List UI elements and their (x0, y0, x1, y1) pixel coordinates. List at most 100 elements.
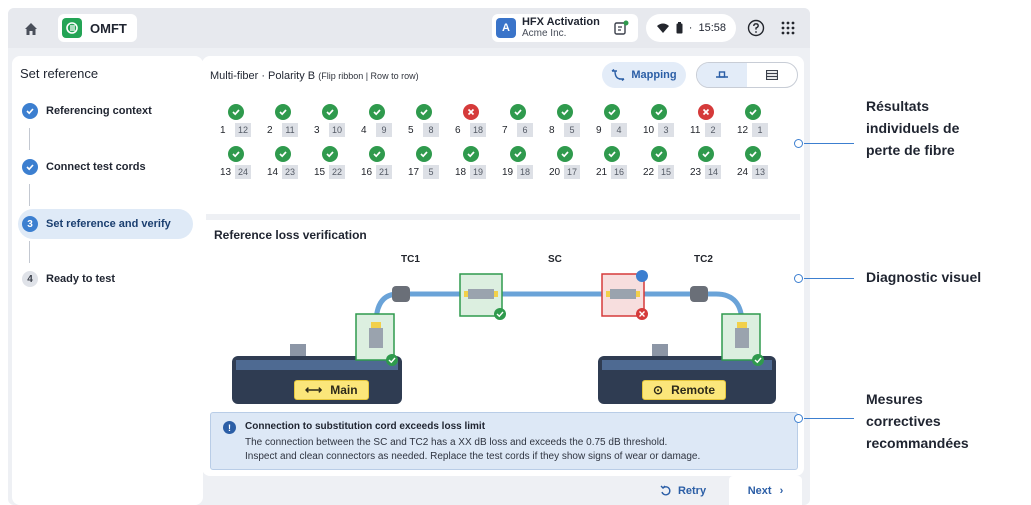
fiber-result[interactable]: 23 14 (688, 140, 732, 180)
fiber-result[interactable]: 14 23 (265, 140, 309, 180)
fiber-pair-badge: 16 (611, 165, 628, 179)
avatar: A (495, 18, 516, 38)
fiber-pair-badge: 10 (329, 123, 346, 137)
fiber-result[interactable]: 112 (688, 98, 732, 138)
step-label: Ready to test (46, 273, 116, 285)
pass-check-icon (510, 104, 526, 120)
fiber-number: 2 (267, 125, 273, 136)
fiber-result[interactable]: 18 19 (453, 140, 497, 180)
retry-icon (660, 485, 671, 496)
pass-check-icon (698, 146, 714, 162)
remote-target-icon: ⊙ (653, 383, 664, 397)
table-view-button[interactable] (747, 63, 797, 87)
app-chip[interactable]: OMFT (58, 14, 137, 42)
pass-check-icon (651, 104, 667, 120)
verification-title: Reference loss verification (214, 228, 367, 242)
pass-check-icon (322, 146, 338, 162)
step-check-icon (22, 103, 38, 119)
fiber-number: 20 (549, 167, 561, 178)
remote-connector-box (721, 313, 761, 361)
fiber-result[interactable]: 49 (359, 98, 403, 138)
sc-label: SC (548, 254, 562, 265)
tc2-plug (690, 286, 708, 302)
apps-button[interactable] (776, 16, 800, 40)
step-set-reference-and-verify[interactable]: 3 Set reference and verify (18, 209, 193, 239)
fiber-result[interactable]: 76 (500, 98, 544, 138)
step-ready-to-test[interactable]: 4 Ready to test (22, 264, 115, 294)
fiber-pair-badge: 18 (470, 123, 487, 137)
fiber-pair-badge: 11 (282, 123, 298, 137)
next-button[interactable]: Next › (729, 476, 802, 505)
system-status-chip[interactable]: · 15:58 (645, 14, 736, 42)
sc-pass-icon (494, 308, 506, 320)
callout-fiber-results: Résultats individuels de perte de fibre (866, 98, 960, 158)
notice-line-1: The connection between the SC and TC2 ha… (245, 437, 668, 448)
pass-check-icon (745, 146, 761, 162)
tc1-plug (392, 286, 410, 302)
fiber-result[interactable]: 10 3 (641, 98, 685, 138)
tc2-connector-box (601, 273, 645, 317)
mapping-icon (611, 69, 625, 81)
remote-unit-tag: ⊙ Remote (642, 380, 727, 400)
fiber-result[interactable]: 13 24 (218, 140, 262, 180)
fiber-result[interactable]: 6 18 (453, 98, 497, 138)
tc2-info-icon[interactable] (636, 270, 648, 282)
fiber-number: 23 (690, 167, 702, 178)
home-button[interactable] (20, 18, 42, 40)
step-number: 4 (22, 271, 38, 287)
graphic-view-button[interactable] (697, 63, 747, 87)
fiber-result[interactable]: 20 17 (547, 140, 591, 180)
fiber-pair-badge: 22 (329, 165, 346, 179)
fiber-result[interactable]: 58 (406, 98, 450, 138)
fiber-result[interactable]: 21 16 (594, 140, 638, 180)
fiber-result[interactable]: 24 13 (735, 140, 779, 180)
config-header: Multi-fiber · Polarity B (Flip ribbon | … (210, 70, 419, 82)
license-icon (612, 19, 630, 37)
fiber-number: 9 (596, 125, 602, 136)
tc2-label: TC2 (694, 254, 713, 265)
step-label: Set reference and verify (46, 218, 171, 230)
fiber-pair-badge: 9 (376, 123, 392, 137)
account-chip[interactable]: A HFX Activation Acme Inc. (491, 14, 638, 42)
arrows-icon: ⟷ (305, 383, 323, 397)
app-name: OMFT (90, 20, 127, 36)
fiber-result[interactable]: 16 21 (359, 140, 403, 180)
fiber-pair-badge: 12 (235, 123, 252, 137)
mapping-button[interactable]: Mapping (602, 62, 686, 88)
fiber-pair-badge: 5 (564, 123, 580, 137)
fiber-result[interactable]: 12 1 (735, 98, 779, 138)
fiber-pair-badge: 3 (658, 123, 674, 137)
fiber-pair-badge: 19 (470, 165, 487, 179)
fiber-number: 19 (502, 167, 514, 178)
fiber-result[interactable]: 2 11 (265, 98, 309, 138)
help-button[interactable] (744, 16, 768, 40)
fiber-result[interactable]: 112 (218, 98, 262, 138)
table-view-icon (766, 70, 778, 80)
wizard-sidebar: Set reference Referencing context Connec… (12, 56, 203, 505)
step-referencing-context[interactable]: Referencing context (22, 96, 152, 126)
fiber-pair-badge: 8 (423, 123, 439, 137)
next-label: Next (747, 484, 772, 497)
fiber-result[interactable]: 17 5 (406, 140, 450, 180)
pass-check-icon (275, 146, 291, 162)
step-connect-test-cords[interactable]: Connect test cords (22, 152, 146, 182)
fiber-result[interactable]: 15 22 (312, 140, 356, 180)
pass-check-icon (416, 104, 432, 120)
retry-button[interactable]: Retry (646, 476, 720, 505)
fiber-pair-badge: 18 (517, 165, 534, 179)
fiber-pair-badge: 4 (611, 123, 627, 137)
pass-check-icon (369, 146, 385, 162)
step-connector (29, 241, 30, 263)
fiber-number: 12 (737, 125, 749, 136)
fiber-result[interactable]: 22 15 (641, 140, 685, 180)
pass-check-icon (228, 104, 244, 120)
fiber-result[interactable]: 85 (547, 98, 591, 138)
fiber-result[interactable]: 19 18 (500, 140, 544, 180)
fiber-result[interactable]: 94 (594, 98, 638, 138)
pass-check-icon (745, 104, 761, 120)
step-label: Connect test cords (46, 161, 146, 173)
fiber-number: 7 (502, 125, 508, 136)
apps-grid-icon (781, 21, 795, 35)
fiber-number: 10 (643, 125, 655, 136)
fiber-result[interactable]: 3 10 (312, 98, 356, 138)
